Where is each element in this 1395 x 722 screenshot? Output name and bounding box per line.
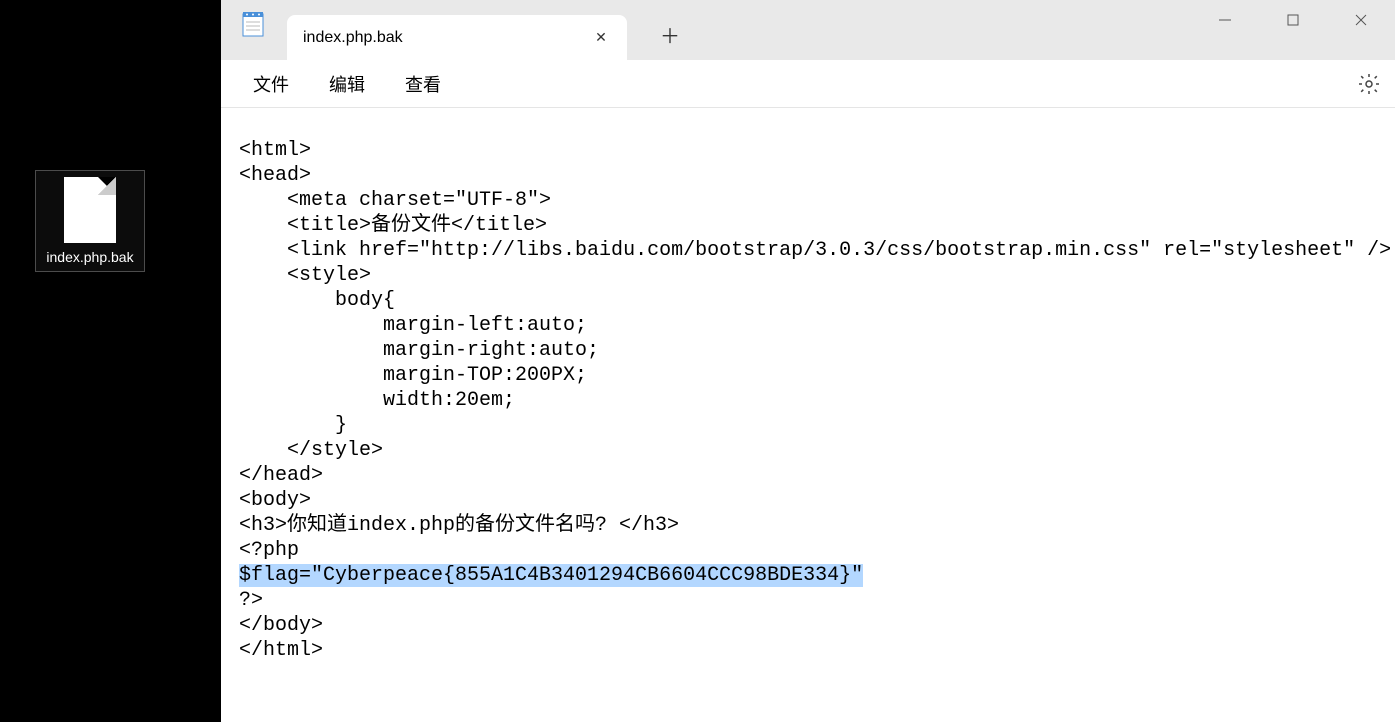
code-line: <link href="http://libs.baidu.com/bootst… xyxy=(239,238,1377,263)
window-controls xyxy=(1191,0,1395,40)
code-line: width:20em; xyxy=(239,388,1377,413)
file-icon xyxy=(64,177,116,243)
code-line: margin-left:auto; xyxy=(239,313,1377,338)
code-line: ?> xyxy=(239,588,1377,613)
code-line: <h3>你知道index.php的备份文件名吗? </h3> xyxy=(239,513,1377,538)
code-line: </html> xyxy=(239,638,1377,663)
notepad-app-icon xyxy=(239,10,267,38)
menu-view[interactable]: 查看 xyxy=(385,65,461,103)
tab-active[interactable]: index.php.bak ✕ xyxy=(287,15,627,60)
code-line-highlighted: $flag="Cyberpeace{855A1C4B3401294CB6604C… xyxy=(239,563,1377,588)
code-line: <title>备份文件</title> xyxy=(239,213,1377,238)
desktop-file-icon[interactable]: index.php.bak xyxy=(35,170,145,272)
tab-bar: index.php.bak ✕ ＋ xyxy=(287,0,683,60)
maximize-button[interactable] xyxy=(1259,0,1327,40)
code-line: <?php xyxy=(239,538,1377,563)
code-line: margin-right:auto; xyxy=(239,338,1377,363)
code-line: margin-TOP:200PX; xyxy=(239,363,1377,388)
code-line: </body> xyxy=(239,613,1377,638)
menubar: 文件 编辑 查看 xyxy=(221,60,1395,108)
tab-close-icon[interactable]: ✕ xyxy=(591,28,611,48)
code-line: </head> xyxy=(239,463,1377,488)
minimize-button[interactable] xyxy=(1191,0,1259,40)
titlebar[interactable]: index.php.bak ✕ ＋ xyxy=(221,0,1395,60)
gear-icon[interactable] xyxy=(1357,72,1381,96)
close-button[interactable] xyxy=(1327,0,1395,40)
tab-title: index.php.bak xyxy=(303,29,591,47)
code-line: } xyxy=(239,413,1377,438)
code-line: </style> xyxy=(239,438,1377,463)
code-line: <style> xyxy=(239,263,1377,288)
code-line: body{ xyxy=(239,288,1377,313)
text-editor[interactable]: <html><head> <meta charset="UTF-8"> <tit… xyxy=(221,108,1395,722)
menu-file[interactable]: 文件 xyxy=(233,65,309,103)
code-line: <head> xyxy=(239,163,1377,188)
desktop-icon-label: index.php.bak xyxy=(42,249,137,269)
text-selection: $flag="Cyberpeace{855A1C4B3401294CB6604C… xyxy=(239,564,863,587)
code-line: <meta charset="UTF-8"> xyxy=(239,188,1377,213)
menu-edit[interactable]: 编辑 xyxy=(309,65,385,103)
code-line: <body> xyxy=(239,488,1377,513)
notepad-window: index.php.bak ✕ ＋ 文件 编辑 查看 < xyxy=(221,0,1395,722)
new-tab-button[interactable]: ＋ xyxy=(657,21,683,47)
code-line: <html> xyxy=(239,138,1377,163)
desktop-background: index.php.bak xyxy=(0,0,221,722)
